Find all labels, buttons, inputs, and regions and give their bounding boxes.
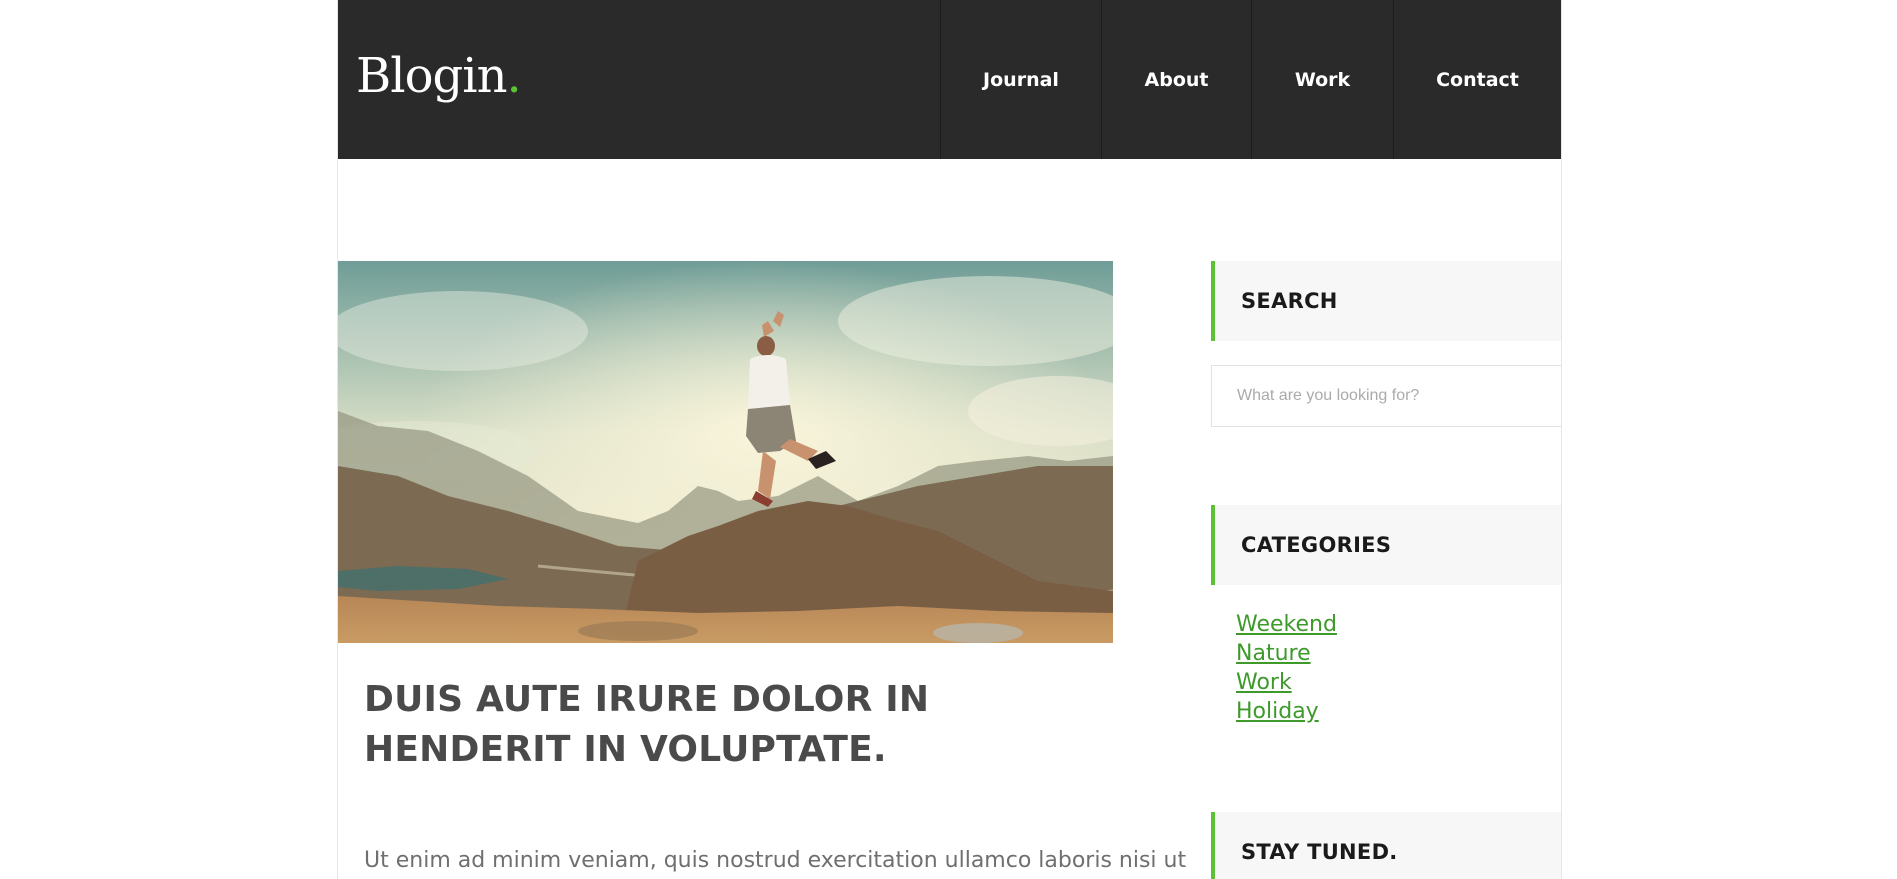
category-list: Weekend Nature Work Holiday xyxy=(1236,610,1337,726)
nav-item-contact[interactable]: Contact xyxy=(1393,0,1561,159)
stay-tuned-widget-title: STAY TUNED. xyxy=(1211,812,1561,879)
search-input[interactable] xyxy=(1211,365,1561,427)
site-header: Blogin. Journal About Work Contact xyxy=(338,0,1561,159)
category-link-holiday[interactable]: Holiday xyxy=(1236,699,1319,724)
post-excerpt: Ut enim ad minim veniam, quis nostrud ex… xyxy=(364,848,1187,873)
post-title[interactable]: DUIS AUTE IRURE DOLOR IN HENDERIT IN VOL… xyxy=(364,675,1124,775)
category-link-work[interactable]: Work xyxy=(1236,670,1292,695)
logo-dot: . xyxy=(506,48,522,104)
nav-item-about[interactable]: About xyxy=(1101,0,1251,159)
category-link-weekend[interactable]: Weekend xyxy=(1236,612,1337,637)
site-logo[interactable]: Blogin. xyxy=(356,46,522,106)
list-item: Nature xyxy=(1236,639,1337,668)
list-item: Weekend xyxy=(1236,610,1337,639)
page-container: Blogin. Journal About Work Contact DUIS … xyxy=(337,0,1562,879)
category-link-nature[interactable]: Nature xyxy=(1236,641,1311,666)
logo-text: Blogin xyxy=(356,48,508,104)
list-item: Holiday xyxy=(1236,697,1337,726)
post-image-photo xyxy=(338,261,1113,643)
nav-item-journal[interactable]: Journal xyxy=(940,0,1101,159)
categories-widget-title: CATEGORIES xyxy=(1211,505,1561,585)
search-widget-title: SEARCH xyxy=(1211,261,1561,341)
post-featured-image[interactable] xyxy=(338,261,1113,643)
main-nav: Journal About Work Contact xyxy=(940,0,1561,159)
nav-item-work[interactable]: Work xyxy=(1251,0,1393,159)
list-item: Work xyxy=(1236,668,1337,697)
